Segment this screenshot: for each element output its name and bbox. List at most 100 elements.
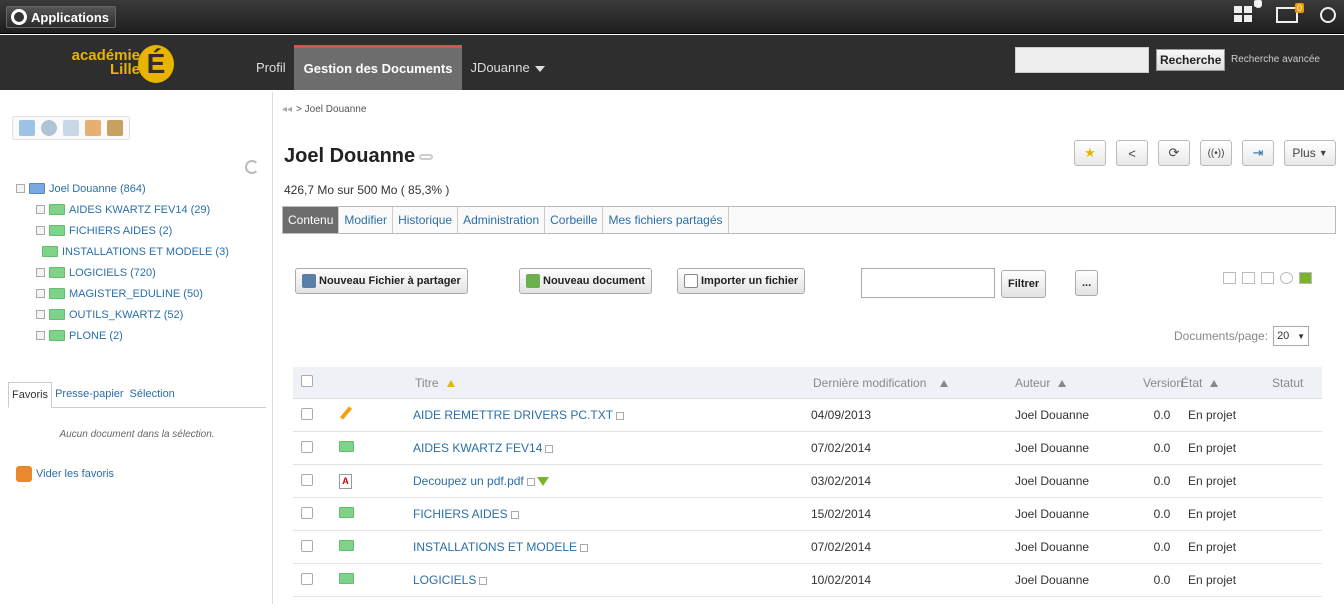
row-checkbox[interactable] xyxy=(301,506,313,519)
search-button[interactable]: Recherche xyxy=(1156,49,1226,71)
expand-icon[interactable] xyxy=(36,226,45,235)
row-checkbox[interactable] xyxy=(301,572,313,585)
tab-modifier[interactable]: Modifier xyxy=(339,207,394,233)
tab-mes-fichiers-partages[interactable]: Mes fichiers partagés xyxy=(603,207,729,233)
grid-icon[interactable]: 2 xyxy=(1234,0,1262,24)
col-title[interactable]: Titre xyxy=(379,376,811,390)
row-checkbox[interactable] xyxy=(301,407,313,420)
tree-item[interactable]: OUTILS_KWARTZ (52) xyxy=(16,304,229,325)
doc-title-link[interactable]: FICHIERS AIDES xyxy=(413,507,508,521)
external-link-icon[interactable] xyxy=(580,543,589,552)
share-button[interactable]: < xyxy=(1116,140,1148,166)
external-link-icon[interactable] xyxy=(526,477,535,486)
link-icon[interactable] xyxy=(419,153,434,160)
row-checkbox[interactable] xyxy=(301,440,313,453)
tree-item[interactable]: INSTALLATIONS ET MODELE (3) xyxy=(16,241,229,262)
col-author[interactable]: Auteur xyxy=(1015,376,1143,390)
folder-icon xyxy=(339,507,354,518)
doc-title-link[interactable]: AIDE REMETTRE DRIVERS PC.TXT xyxy=(413,408,613,422)
select-all-checkbox[interactable] xyxy=(301,375,313,387)
external-link-icon[interactable] xyxy=(510,510,519,519)
doc-title-link[interactable]: AIDES KWARTZ FEV14 xyxy=(413,441,542,455)
expand-icon[interactable] xyxy=(36,268,45,277)
clear-favorites-link[interactable]: Vider les favoris xyxy=(16,466,114,482)
cell-author: Joel Douanne xyxy=(1015,408,1090,422)
export-button[interactable]: ⇥ xyxy=(1242,140,1274,166)
search-input[interactable] xyxy=(1015,47,1149,73)
nav-user-menu[interactable]: JDouanne xyxy=(462,45,552,90)
applications-menu[interactable]: Applications xyxy=(6,6,117,28)
doc-title-link[interactable]: INSTALLATIONS ET MODELE xyxy=(413,540,577,554)
tree-item[interactable]: MAGISTER_EDULINE (50) xyxy=(16,283,229,304)
tree-item[interactable]: PLONE (2) xyxy=(16,325,229,346)
doc-title-link[interactable]: LOGICIELS xyxy=(413,573,476,587)
tag-icon[interactable] xyxy=(63,120,79,136)
table-row[interactable]: AIDE REMETTRE DRIVERS PC.TXT 04/09/2013 … xyxy=(293,399,1322,432)
import-file-button[interactable]: Importer un fichier xyxy=(677,268,806,294)
tree-view-icon[interactable] xyxy=(19,120,35,136)
table-row[interactable]: INSTALLATIONS ET MODELE 07/02/2014 Joel … xyxy=(293,531,1322,564)
tab-selection[interactable]: Sélection xyxy=(127,382,178,407)
table-row[interactable]: LOGICIELS 10/02/2014 Joel Douanne 0.0 En… xyxy=(293,564,1322,597)
nav-profil[interactable]: Profil xyxy=(248,45,294,90)
sort-asc-icon xyxy=(446,379,455,387)
grid-view-icon[interactable] xyxy=(1261,272,1274,284)
tree-root[interactable]: Joel Douanne (864) xyxy=(16,178,229,199)
table-row[interactable]: A Decoupez un pdf.pdf 03/02/2014 Joel Do… xyxy=(293,465,1322,498)
table-row[interactable]: FICHIERS AIDES 15/02/2014 Joel Douanne 0… xyxy=(293,498,1322,531)
tree-item[interactable]: FICHIERS AIDES (2) xyxy=(16,220,229,241)
external-link-icon[interactable] xyxy=(479,576,488,585)
col-date[interactable]: Dernière modification xyxy=(811,376,1015,390)
spreadsheet-icon[interactable] xyxy=(1299,272,1312,284)
doc-title-link[interactable]: Decoupez un pdf.pdf xyxy=(413,474,524,488)
refresh-icon[interactable] xyxy=(1280,272,1293,284)
tab-administration[interactable]: Administration xyxy=(458,207,546,233)
filter-input[interactable] xyxy=(861,268,995,298)
tab-favoris[interactable]: Favoris xyxy=(8,382,53,408)
cell-state: En projet xyxy=(1188,573,1237,587)
book-icon[interactable] xyxy=(107,120,123,136)
detail-view-icon[interactable] xyxy=(1242,272,1255,284)
expand-icon[interactable] xyxy=(36,310,45,319)
external-link-icon[interactable] xyxy=(616,411,625,420)
tab-contenu[interactable]: Contenu xyxy=(283,207,340,233)
tree-item[interactable]: LOGICIELS (720) xyxy=(16,262,229,283)
tab-corbeille[interactable]: Corbeille xyxy=(545,207,604,233)
list-view-icon[interactable] xyxy=(1223,272,1236,284)
back-arrow-icon[interactable]: ◂◂ xyxy=(282,104,292,115)
expand-icon[interactable] xyxy=(36,331,45,340)
mail-icon[interactable]: 0 xyxy=(1276,3,1304,23)
new-shared-file-button[interactable]: Nouveau Fichier à partager xyxy=(295,268,468,294)
expand-icon[interactable] xyxy=(36,205,45,214)
pdf-icon: A xyxy=(339,474,352,489)
more-options-button[interactable]: ... xyxy=(1075,270,1099,296)
users-icon[interactable] xyxy=(85,120,101,136)
academie-logo[interactable]: académie Lille É xyxy=(70,45,180,83)
filter-button[interactable]: Filtrer xyxy=(1001,270,1047,298)
search-icon[interactable] xyxy=(41,120,57,136)
sync-button[interactable]: ⟳ xyxy=(1158,140,1190,166)
refresh-icon[interactable] xyxy=(245,160,259,174)
col-version[interactable]: Version xyxy=(1143,376,1183,390)
user-icon[interactable] xyxy=(1320,7,1336,23)
expand-icon[interactable] xyxy=(36,289,45,298)
tree-item[interactable]: AIDES KWARTZ FEV14 (29) xyxy=(16,199,229,220)
nav-gestion-documents[interactable]: Gestion des Documents xyxy=(293,45,463,90)
favorite-star-button[interactable]: ★ xyxy=(1074,140,1106,166)
table-row[interactable]: AIDES KWARTZ FEV14 07/02/2014 Joel Douan… xyxy=(293,432,1322,465)
breadcrumb-path[interactable]: > Joel Douanne xyxy=(296,104,366,115)
advanced-search-link[interactable]: Recherche avancée xyxy=(1231,54,1320,65)
new-document-button[interactable]: Nouveau document xyxy=(519,268,653,294)
col-state[interactable]: État xyxy=(1181,376,1266,390)
broadcast-button[interactable]: ((•)) xyxy=(1200,140,1232,166)
tab-presse-papier[interactable]: Presse-papier xyxy=(52,382,126,407)
tab-historique[interactable]: Historique xyxy=(393,207,459,233)
col-status[interactable]: Statut xyxy=(1266,376,1322,390)
collapse-icon[interactable] xyxy=(16,184,25,193)
more-menu-button[interactable]: Plus ▼ xyxy=(1284,140,1336,166)
download-icon[interactable] xyxy=(536,477,549,487)
row-checkbox[interactable] xyxy=(301,473,313,486)
external-link-icon[interactable] xyxy=(545,444,554,453)
row-checkbox[interactable] xyxy=(301,539,313,552)
docs-per-page-select[interactable]: 20 ▼ xyxy=(1273,326,1310,346)
